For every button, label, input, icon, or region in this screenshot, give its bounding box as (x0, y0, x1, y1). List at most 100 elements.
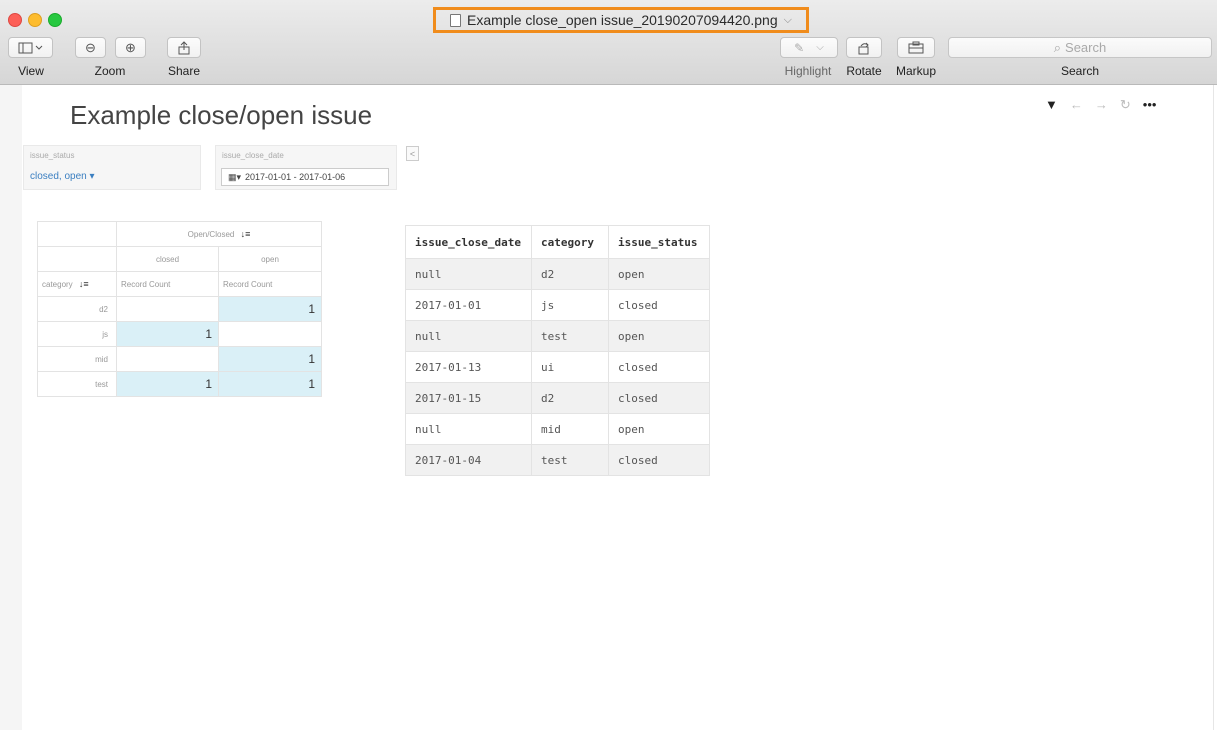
table-cell: null (405, 320, 532, 352)
table-cell: ui (531, 351, 609, 383)
pivot-category: test (37, 371, 117, 397)
table-cell: closed (608, 289, 710, 321)
date-range-value: 2017-01-01 - 2017-01-06 (245, 172, 346, 182)
table-cell: 2017-01-04 (405, 444, 532, 476)
table-cell: 2017-01-15 (405, 382, 532, 414)
redo-icon[interactable]: → (1095, 97, 1108, 113)
search-label: Search (1060, 64, 1100, 78)
table-cell: open (608, 320, 710, 352)
search-icon: ⌕ (1053, 39, 1062, 55)
share-icon (178, 40, 190, 54)
sort-icon[interactable]: ↓≡ (241, 229, 251, 239)
zoom-in-button[interactable]: ⊕ (115, 37, 146, 58)
zoom-in-icon: ⊕ (125, 39, 136, 55)
pivot-cell[interactable]: 1 (218, 296, 322, 322)
table-cell: closed (608, 444, 710, 476)
table-cell: js (531, 289, 609, 321)
pivot-cell[interactable]: 1 (218, 346, 322, 372)
highlight-button[interactable]: ✎ ⌵ (780, 37, 838, 58)
pivot-row: test 1 1 (37, 371, 322, 397)
document-icon (450, 13, 462, 27)
table-cell: d2 (531, 258, 609, 290)
window-title[interactable]: Example close_open issue_20190207094420.… (433, 7, 809, 33)
calendar-icon[interactable]: ▦▾ (228, 172, 241, 183)
pivot-row-header[interactable]: category ↓≡ (37, 271, 117, 297)
close-window-button[interactable] (8, 13, 22, 27)
pivot-category: d2 (37, 296, 117, 322)
chevron-down-icon: ⌵ (816, 42, 824, 53)
table-cell: test (531, 444, 609, 476)
table-row: 2017-01-04 test closed (405, 444, 710, 476)
date-range-input[interactable]: ▦▾ 2017-01-01 - 2017-01-06 (221, 168, 389, 186)
table-cell: closed (608, 382, 710, 414)
sort-icon[interactable]: ↓≡ (79, 279, 89, 289)
pivot-cell[interactable]: 1 (116, 321, 219, 347)
rotate-button[interactable] (846, 37, 882, 58)
chevron-left-icon: < (409, 148, 416, 159)
pivot-col-closed: closed (116, 246, 219, 272)
issue-status-filter-value[interactable]: closed, open ▾ (30, 171, 95, 182)
pivot-cell[interactable]: 1 (218, 371, 322, 397)
table-row: 2017-01-13 ui closed (405, 351, 710, 383)
toolbox-icon (908, 41, 924, 54)
highlighter-icon: ✎ (794, 40, 805, 55)
markup-label: Markup (895, 64, 936, 78)
table-row: null d2 open (405, 258, 710, 290)
zoom-out-icon: ⊖ (85, 39, 96, 55)
pivot-row: mid 1 (37, 346, 322, 372)
table-cell: closed (608, 351, 710, 383)
title-toolbar: Example close_open issue_20190207094420.… (0, 0, 1217, 85)
collapse-filters-button[interactable]: < (406, 146, 419, 161)
highlight-label: Highlight (784, 64, 832, 78)
search-placeholder: Search (1065, 40, 1107, 55)
minimize-window-button[interactable] (28, 13, 42, 27)
issue-status-filter[interactable]: issue_status closed, open ▾ (23, 145, 201, 190)
view-button[interactable] (8, 37, 53, 58)
pivot-cell[interactable]: 1 (116, 371, 219, 397)
dashboard-tools: ▼ ← → ↻ ••• (1045, 97, 1156, 113)
table-cell: mid (531, 413, 609, 445)
table-row: null mid open (405, 413, 710, 445)
share-label: Share (167, 64, 201, 78)
column-header[interactable]: issue_close_date (405, 225, 532, 259)
table-cell: test (531, 320, 609, 352)
pivot-row: d2 1 (37, 296, 322, 322)
pivot-category: js (37, 321, 117, 347)
column-header[interactable]: category (531, 225, 609, 259)
scroll-edge (1213, 85, 1214, 730)
pivot-cell[interactable] (116, 346, 219, 372)
refresh-icon[interactable]: ↻ (1120, 97, 1131, 113)
pivot-cell[interactable] (218, 321, 322, 347)
issue-close-date-filter-label: issue_close_date (222, 151, 284, 160)
issue-status-filter-label: issue_status (30, 151, 75, 160)
zoom-label: Zoom (94, 64, 126, 78)
pivot-category: mid (37, 346, 117, 372)
filter-icon[interactable]: ▼ (1045, 97, 1058, 113)
rotate-label: Rotate (846, 64, 882, 78)
pivot-col-open: open (218, 246, 322, 272)
pivot-column-header[interactable]: Open/Closed ↓≡ (116, 221, 322, 247)
issue-close-date-filter[interactable]: issue_close_date ▦▾ 2017-01-01 - 2017-01… (215, 145, 397, 190)
zoom-out-button[interactable]: ⊖ (75, 37, 106, 58)
pivot-cell[interactable] (116, 296, 219, 322)
preview-window: Example close_open issue_20190207094420.… (0, 0, 1217, 730)
table-row: null test open (405, 320, 710, 352)
zoom-window-button[interactable] (48, 13, 62, 27)
data-table: issue_close_date category issue_status n… (405, 225, 710, 476)
pivot-measure-open: Record Count (218, 271, 322, 297)
markup-button[interactable] (897, 37, 935, 58)
pivot-row: js 1 (37, 321, 322, 347)
window-title-text: Example close_open issue_20190207094420.… (467, 12, 778, 28)
table-cell: open (608, 413, 710, 445)
view-label: View (18, 64, 44, 78)
table-cell: 2017-01-13 (405, 351, 532, 383)
pivot-table: Open/Closed ↓≡ closed open category ↓≡ R… (37, 221, 322, 397)
dashboard-title: Example close/open issue (70, 100, 373, 130)
search-input[interactable]: ⌕ Search (948, 37, 1212, 58)
pivot-measure-closed: Record Count (116, 271, 219, 297)
share-button[interactable] (167, 37, 201, 58)
table-row: 2017-01-01 js closed (405, 289, 710, 321)
undo-icon[interactable]: ← (1070, 97, 1083, 113)
more-icon[interactable]: ••• (1143, 97, 1157, 113)
column-header[interactable]: issue_status (608, 225, 710, 259)
